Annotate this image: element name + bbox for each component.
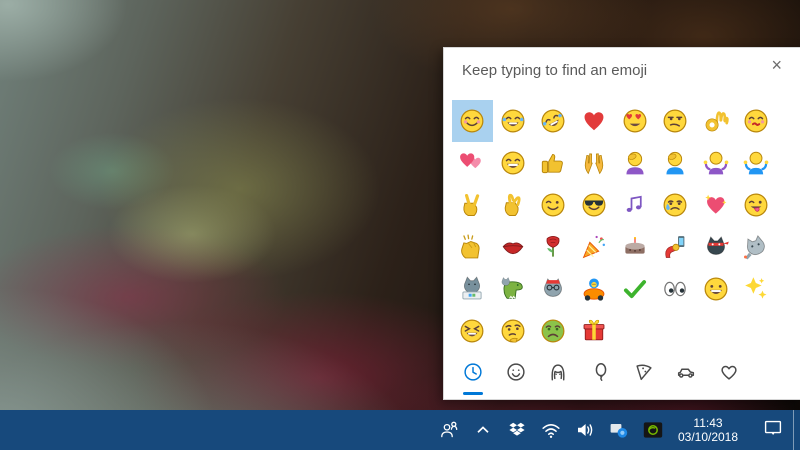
emoji-dino-cat[interactable]	[493, 268, 534, 310]
emoji-man-facepalming[interactable]	[655, 142, 696, 184]
emoji-kiss-mark[interactable]	[493, 226, 534, 268]
emoji-raising-hands[interactable]	[574, 142, 615, 184]
emoji-ninja-cat[interactable]	[696, 226, 737, 268]
pizza-icon	[633, 361, 655, 388]
emoji-grinning-squinting-face[interactable]	[452, 310, 493, 352]
tray-people[interactable]	[432, 410, 466, 450]
emoji-musical-notes[interactable]	[614, 184, 655, 226]
emoji-smiling-face-with-smiling-eyes[interactable]	[452, 100, 493, 142]
selected-category-underline	[463, 392, 483, 395]
emoji-sparkling-heart[interactable]	[696, 184, 737, 226]
emoji-category-bar	[452, 358, 750, 390]
balloon-icon	[590, 361, 612, 388]
emoji-woman-shrugging[interactable]	[696, 142, 737, 184]
emoji-woman-facepalming[interactable]	[614, 142, 655, 184]
people-icon	[439, 420, 459, 440]
nvidia-icon	[643, 420, 663, 440]
emoji-smiling-face-with-sunglasses[interactable]	[574, 184, 615, 226]
emoji-unamused-face[interactable]	[655, 100, 696, 142]
taskbar-clock[interactable]: 11:43 03/10/2018	[664, 410, 752, 450]
clock-date: 03/10/2018	[678, 430, 738, 444]
emoji-crossed-fingers[interactable]	[493, 184, 534, 226]
tray-show-hidden-icons[interactable]	[466, 410, 500, 450]
category-food-plants[interactable]	[622, 358, 665, 390]
category-celebrations-objects[interactable]	[580, 358, 623, 390]
emoji-victory-hand[interactable]	[452, 184, 493, 226]
action-center-button[interactable]	[754, 410, 792, 450]
emoji-rolling-on-the-floor-laughing[interactable]	[533, 100, 574, 142]
emoji-thumbs-up[interactable]	[533, 142, 574, 184]
emoji-hacker-cat[interactable]	[452, 268, 493, 310]
show-desktop-button[interactable]	[793, 410, 800, 450]
emoji-thinking-face[interactable]	[493, 310, 534, 352]
close-icon[interactable]: ×	[767, 54, 786, 76]
tray-dropbox[interactable]	[500, 410, 534, 450]
emoji-stunt-cat[interactable]	[574, 268, 615, 310]
category-recently-used[interactable]	[452, 358, 495, 390]
smiley-icon	[505, 361, 527, 388]
emoji-wrapped-gift[interactable]	[574, 310, 615, 352]
taskbar: 11:43 03/10/2018	[0, 410, 800, 450]
emoji-party-popper[interactable]	[574, 226, 615, 268]
person-icon	[547, 361, 569, 388]
volume-icon	[575, 420, 595, 440]
system-tray	[432, 410, 670, 450]
category-symbols[interactable]	[708, 358, 751, 390]
emoji-eyes[interactable]	[655, 268, 696, 310]
emoji-grid	[452, 100, 777, 352]
action-center-icon	[763, 418, 783, 443]
emoji-rose[interactable]	[533, 226, 574, 268]
emoji-winking-face-with-tongue[interactable]	[736, 184, 777, 226]
tray-volume[interactable]	[568, 410, 602, 450]
car-icon	[675, 361, 697, 388]
category-transportation-places[interactable]	[665, 358, 708, 390]
chevron-up-icon	[473, 420, 493, 440]
emoji-birthday-cake[interactable]	[614, 226, 655, 268]
dropbox-icon	[507, 420, 527, 440]
tray-network-wifi[interactable]	[534, 410, 568, 450]
clock-icon	[462, 361, 484, 388]
emoji-two-hearts[interactable]	[452, 142, 493, 184]
heart-icon	[718, 361, 740, 388]
tray-system-app[interactable]	[602, 410, 636, 450]
emoji-grinning-face[interactable]	[696, 268, 737, 310]
emoji-picker-panel: Keep typing to find an emoji ×	[443, 47, 800, 400]
emoji-sparkles[interactable]	[736, 268, 777, 310]
emoji-face-blowing-a-kiss[interactable]	[736, 100, 777, 142]
emoji-face-with-tears-of-joy[interactable]	[493, 100, 534, 142]
emoji-nauseated-face[interactable]	[533, 310, 574, 352]
emoji-check-mark[interactable]	[614, 268, 655, 310]
emoji-winking-face[interactable]	[533, 184, 574, 226]
desktop-screen: Keep typing to find an emoji × 11:43 03/…	[0, 0, 800, 450]
emoji-selfie[interactable]	[655, 226, 696, 268]
emoji-man-shrugging[interactable]	[736, 142, 777, 184]
emoji-clapping-hands[interactable]	[452, 226, 493, 268]
emoji-panel-header: Keep typing to find an emoji ×	[444, 48, 800, 92]
clock-time: 11:43	[693, 416, 722, 430]
emoji-beaming-face-with-smiling-eyes[interactable]	[493, 142, 534, 184]
emoji-panel-title: Keep typing to find an emoji	[462, 62, 647, 79]
wifi-icon	[541, 420, 561, 440]
emoji-ok-hand[interactable]	[696, 100, 737, 142]
emoji-hipster-cat[interactable]	[533, 268, 574, 310]
category-smiley-faces[interactable]	[495, 358, 538, 390]
emoji-crying-face[interactable]	[655, 184, 696, 226]
emoji-smiling-face-with-heart-eyes[interactable]	[614, 100, 655, 142]
emoji-red-heart[interactable]	[574, 100, 615, 142]
emoji-astro-cat[interactable]	[736, 226, 777, 268]
blue-app-icon	[609, 420, 629, 440]
category-people[interactable]	[537, 358, 580, 390]
